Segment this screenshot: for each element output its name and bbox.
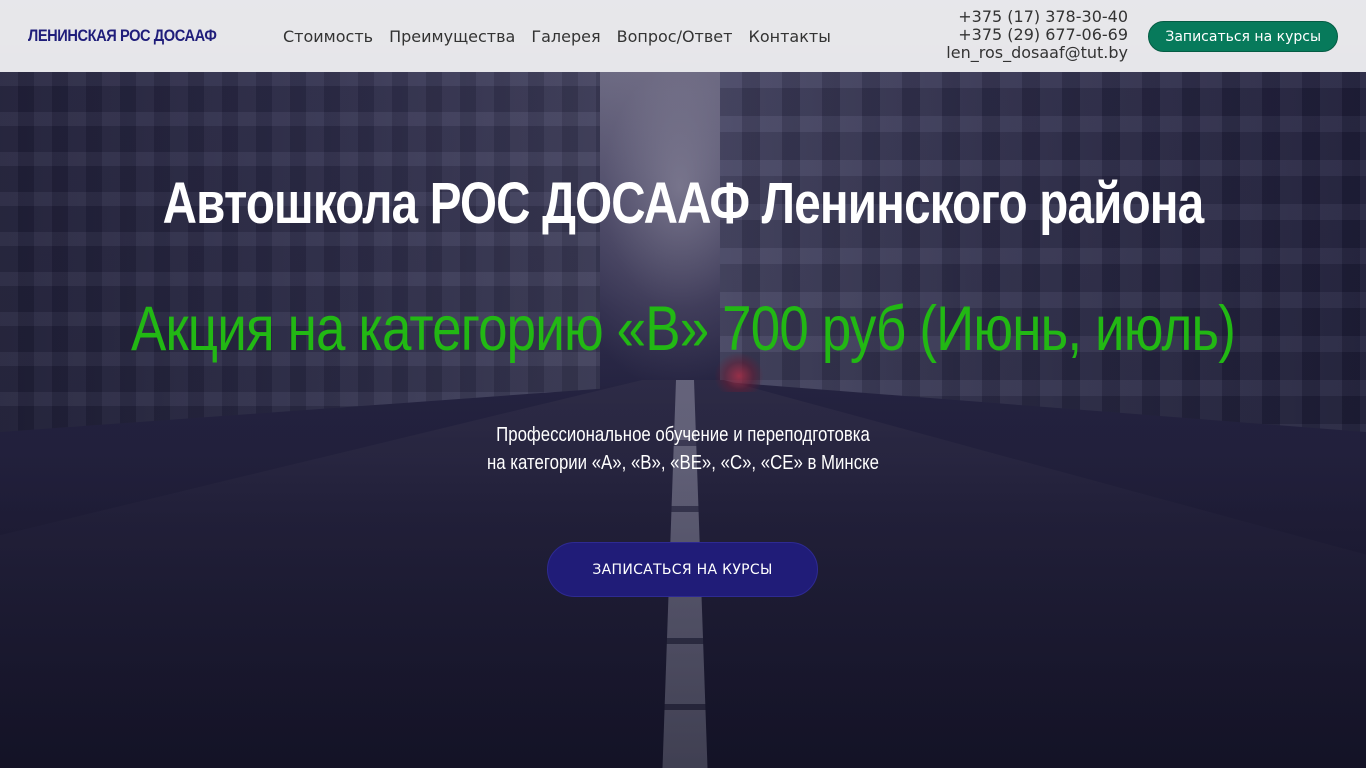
hero-content: Автошкола РОС ДОСААФ Ленинского района А… — [0, 0, 1366, 768]
promo-headline: Акция на категорию «В» 700 руб (Июнь, ию… — [130, 294, 1236, 364]
enroll-button-hero[interactable]: ЗАПИСАТЬСЯ НА КУРСЫ — [547, 542, 818, 597]
nav-link-advantages[interactable]: Преимущества — [381, 27, 523, 46]
phone-link-2[interactable]: +375 (29) 677-06-69 — [946, 26, 1128, 44]
nav-link-contacts[interactable]: Контакты — [740, 27, 838, 46]
hero-subtitle: Профессиональное обучение и переподготов… — [109, 421, 1256, 477]
nav-link-pricing[interactable]: Стоимость — [275, 27, 381, 46]
site-logo[interactable]: ЛЕНИНСКАЯ РОС ДОСААФ — [28, 26, 217, 46]
header-contacts: +375 (17) 378-30-40 +375 (29) 677-06-69 … — [946, 8, 1128, 62]
hero-subtitle-line-1: Профессиональное обучение и переподготов… — [496, 424, 870, 446]
nav-link-faq[interactable]: Вопрос/Ответ — [609, 27, 741, 46]
main-nav: Стоимость Преимущества Галерея Вопрос/От… — [275, 27, 839, 46]
navbar: ЛЕНИНСКАЯ РОС ДОСААФ Стоимость Преимущес… — [0, 0, 1366, 72]
hero-subtitle-line-2: на категории «А», «В», «ВЕ», «С», «СЕ» в… — [487, 452, 879, 474]
hero-title: Автошкола РОС ДОСААФ Ленинского района — [162, 171, 1205, 236]
email-link[interactable]: len_ros_dosaaf@tut.by — [946, 44, 1128, 62]
nav-link-gallery[interactable]: Галерея — [523, 27, 608, 46]
phone-link-1[interactable]: +375 (17) 378-30-40 — [946, 8, 1128, 26]
enroll-button-header[interactable]: Записаться на курсы — [1148, 21, 1338, 52]
